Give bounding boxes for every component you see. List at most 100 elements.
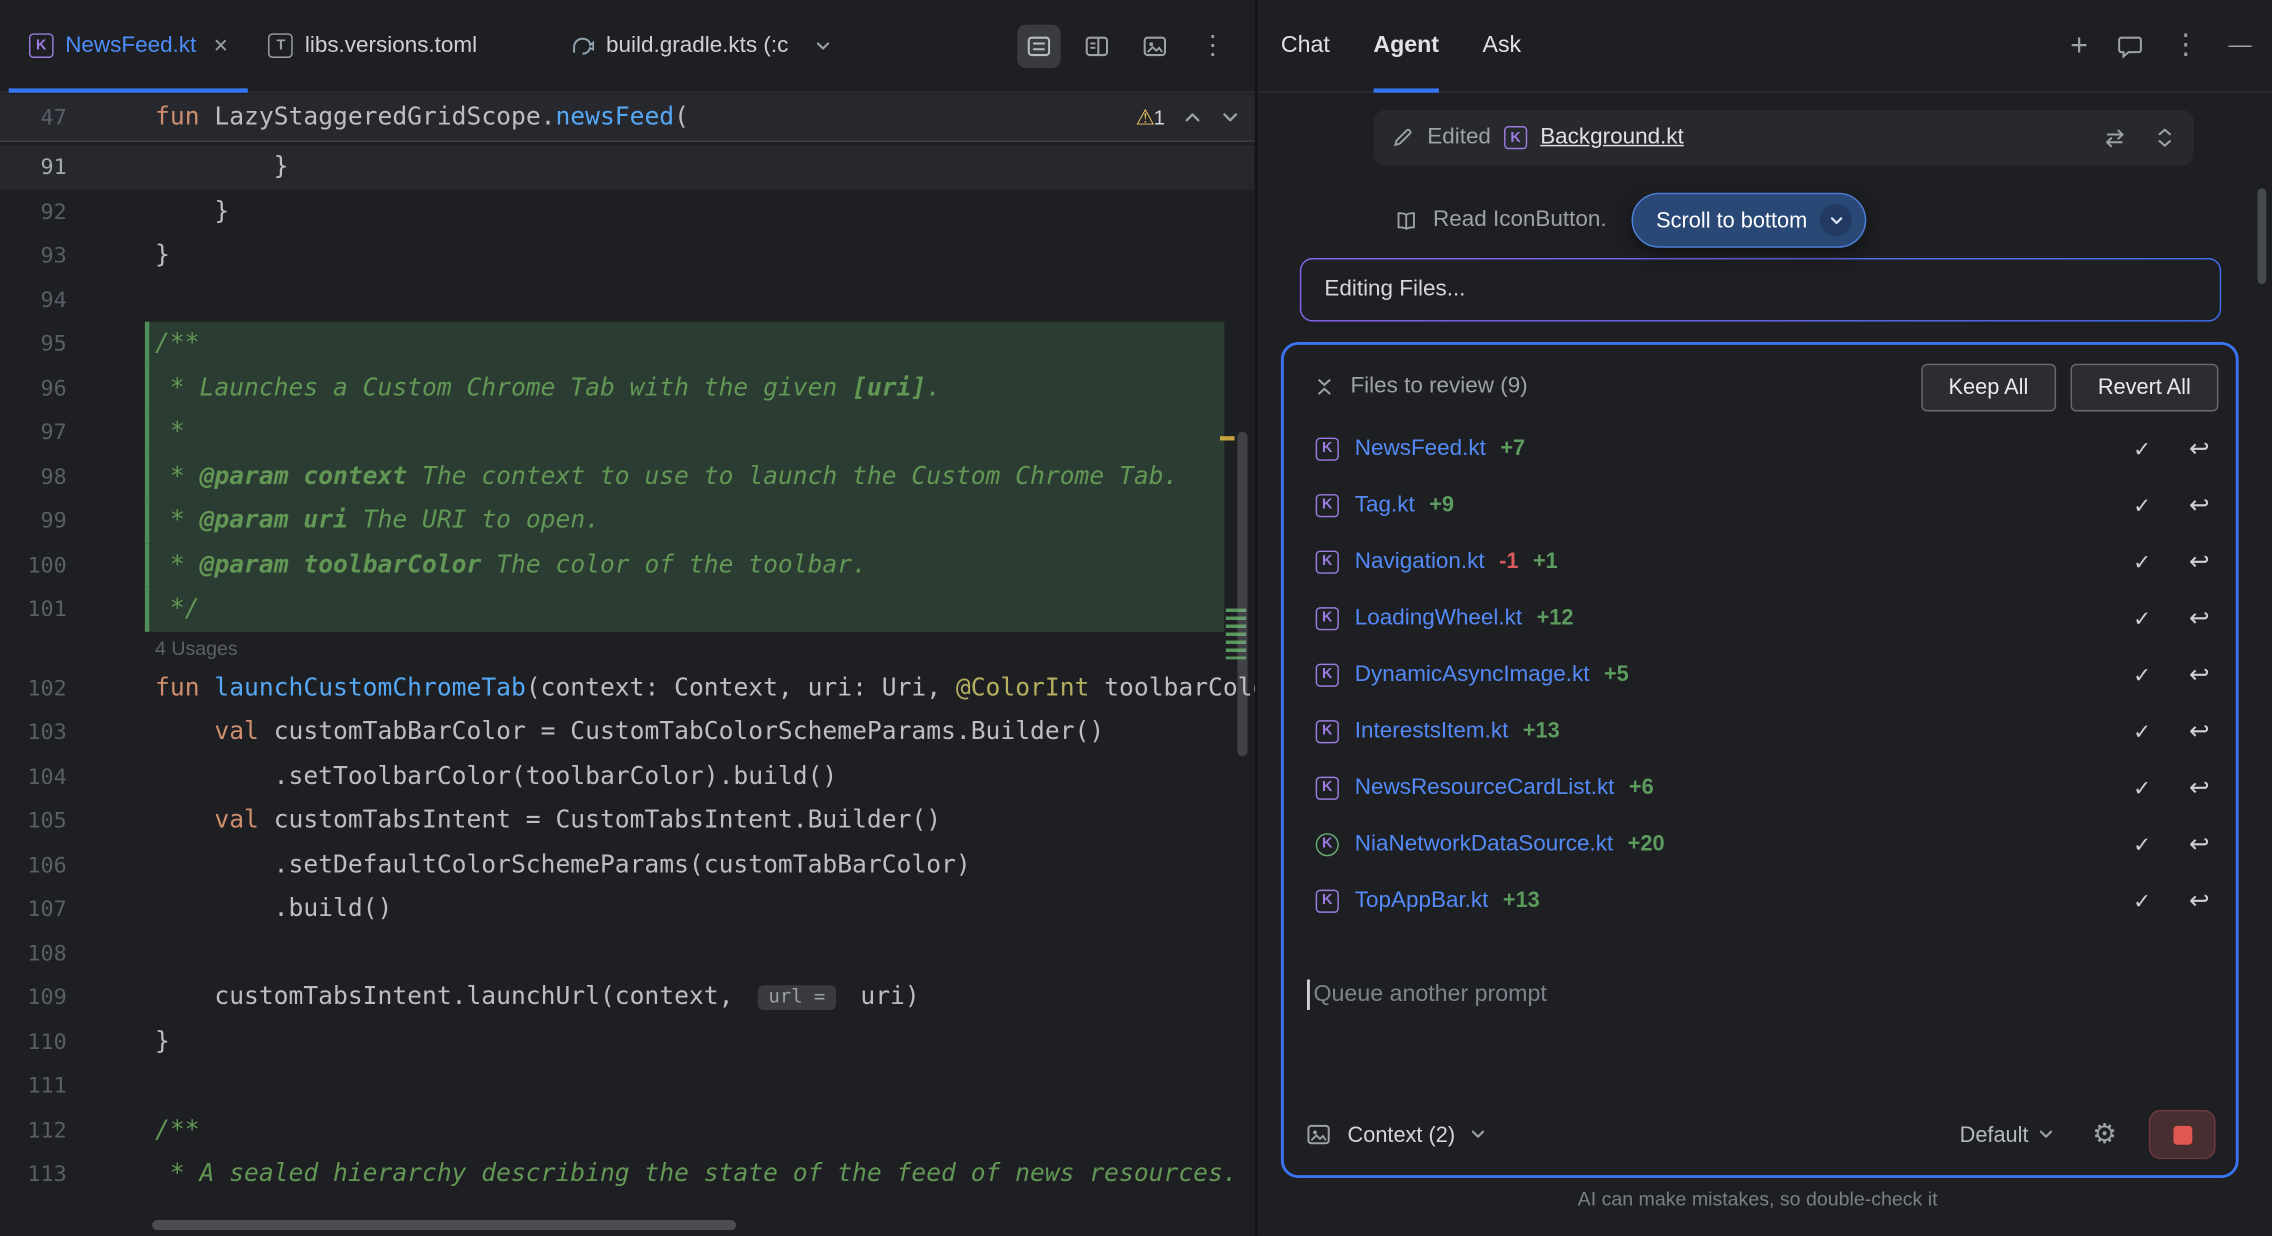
code-line-112[interactable]: 112/** bbox=[0, 1108, 1255, 1152]
line-number[interactable]: 112 bbox=[0, 1117, 67, 1143]
editor-more-options-button[interactable]: ⋮ bbox=[1191, 24, 1234, 67]
revert-all-button[interactable]: Revert All bbox=[2070, 363, 2218, 411]
conversations-icon[interactable] bbox=[2117, 33, 2143, 59]
scroll-to-bottom-button[interactable]: Scroll to bottom bbox=[1632, 193, 1867, 248]
keep-file-icon[interactable]: ✓ bbox=[2133, 718, 2151, 744]
code-line-108[interactable]: 108 bbox=[0, 931, 1255, 975]
line-number[interactable]: 98 bbox=[0, 463, 67, 489]
editor-horizontal-scrollbar[interactable] bbox=[152, 1220, 736, 1230]
code-line-98[interactable]: 98 * @param context The context to use t… bbox=[0, 454, 1255, 498]
line-number[interactable]: 95 bbox=[0, 331, 67, 357]
preview-image-button[interactable] bbox=[1133, 24, 1176, 67]
chat-more-options-icon[interactable]: ⋮ bbox=[2172, 32, 2200, 60]
code-line-103[interactable]: 103 val customTabBarColor = CustomTabCol… bbox=[0, 710, 1255, 754]
code-line-97[interactable]: 97 * bbox=[0, 410, 1255, 454]
editor-tab-libs-versions-toml[interactable]: Tlibs.versions.toml bbox=[248, 0, 497, 91]
file-link[interactable]: Navigation.kt bbox=[1355, 548, 1485, 574]
code-editor[interactable]: 91 }92 }93} 94 95/**96 * Launches a Custom… bbox=[0, 145, 1255, 1236]
code-line-102[interactable]: 102fun launchCustomChromeTab(context: Co… bbox=[0, 666, 1255, 710]
code-line-111[interactable]: 111 bbox=[0, 1064, 1255, 1108]
attach-image-icon[interactable] bbox=[1304, 1120, 1333, 1149]
chat-tab-agent[interactable]: Agent bbox=[1373, 0, 1439, 91]
file-link[interactable]: TopAppBar.kt bbox=[1355, 888, 1489, 914]
line-number[interactable]: 93 bbox=[0, 242, 67, 268]
code-line-92[interactable]: 92 } bbox=[0, 189, 1255, 233]
code-line-113[interactable]: 113 * A sealed hierarchy describing the … bbox=[0, 1152, 1255, 1196]
code-line-91[interactable]: 91 } bbox=[0, 145, 1255, 189]
warning-stripe-mark[interactable] bbox=[1220, 436, 1234, 440]
code-line-93[interactable]: 93} bbox=[0, 233, 1255, 277]
new-chat-icon[interactable]: + bbox=[2070, 30, 2088, 60]
revert-file-icon[interactable]: ↩ bbox=[2189, 493, 2210, 518]
keep-file-icon[interactable]: ✓ bbox=[2133, 435, 2151, 461]
expand-icon[interactable] bbox=[2153, 126, 2176, 149]
revert-file-icon[interactable]: ↩ bbox=[2189, 606, 2210, 631]
code-line-95[interactable]: 95/** bbox=[0, 322, 1255, 366]
line-number[interactable]: 107 bbox=[0, 896, 67, 922]
line-number[interactable]: 94 bbox=[0, 287, 67, 313]
code-line-99[interactable]: 99 * @param uri The URI to open. bbox=[0, 498, 1255, 542]
revert-file-icon[interactable]: ↩ bbox=[2189, 775, 2210, 800]
line-number[interactable]: 106 bbox=[0, 852, 67, 878]
keep-all-button[interactable]: Keep All bbox=[1921, 363, 2056, 411]
file-link[interactable]: DynamicAsyncImage.kt bbox=[1355, 661, 1590, 687]
code-line-107[interactable]: 107 .build() bbox=[0, 887, 1255, 931]
file-link[interactable]: LoadingWheel.kt bbox=[1355, 605, 1522, 631]
line-number[interactable]: 105 bbox=[0, 807, 67, 833]
editor-list-view-button[interactable] bbox=[1017, 24, 1060, 67]
keep-file-icon[interactable]: ✓ bbox=[2133, 831, 2151, 857]
line-number[interactable]: 111 bbox=[0, 1073, 67, 1099]
prev-problem-icon[interactable] bbox=[1182, 107, 1202, 127]
editor-tab-build-gradle-kts-c[interactable]: build.gradle.kts (:c bbox=[550, 0, 853, 91]
read-file-row[interactable]: Read IconButton. bbox=[1394, 207, 1607, 233]
code-line-109[interactable]: 109 customTabsIntent.launchUrl(context, … bbox=[0, 975, 1255, 1019]
keep-file-icon[interactable]: ✓ bbox=[2133, 492, 2151, 518]
code-line-106[interactable]: 106 .setDefaultColorSchemeParams(customT… bbox=[0, 843, 1255, 887]
chat-scrollbar[interactable] bbox=[2258, 188, 2267, 284]
code-line-104[interactable]: 104 .setToolbarColor(toolbarColor).build… bbox=[0, 754, 1255, 798]
keep-file-icon[interactable]: ✓ bbox=[2133, 605, 2151, 631]
keep-file-icon[interactable]: ✓ bbox=[2133, 888, 2151, 914]
edited-file-link[interactable]: Background.kt bbox=[1540, 125, 1684, 151]
diff-icon[interactable] bbox=[2102, 125, 2127, 150]
revert-file-icon[interactable]: ↩ bbox=[2189, 719, 2210, 744]
line-number[interactable]: 109 bbox=[0, 984, 67, 1010]
revert-file-icon[interactable]: ↩ bbox=[2189, 549, 2210, 574]
model-selector[interactable]: Default bbox=[1960, 1122, 2029, 1147]
line-number[interactable]: 96 bbox=[0, 375, 67, 401]
tab-overflow-chevron-icon[interactable] bbox=[814, 37, 831, 54]
line-number[interactable]: 110 bbox=[0, 1028, 67, 1054]
context-chevron-icon[interactable] bbox=[1470, 1126, 1487, 1143]
code-line-110[interactable]: 110} bbox=[0, 1019, 1255, 1063]
line-number[interactable]: 108 bbox=[0, 940, 67, 966]
line-number[interactable]: 103 bbox=[0, 719, 67, 745]
code-line-105[interactable]: 105 val customTabsIntent = CustomTabsInt… bbox=[0, 798, 1255, 842]
line-number[interactable]: 100 bbox=[0, 552, 67, 578]
editor-tab-newsfeed-kt[interactable]: KNewsFeed.kt× bbox=[9, 0, 249, 91]
code-line-100[interactable]: 100 * @param toolbarColor The color of t… bbox=[0, 543, 1255, 587]
usages-hint[interactable]: 4 Usages bbox=[0, 631, 1255, 666]
line-number[interactable]: 91 bbox=[0, 154, 67, 180]
file-link[interactable]: NiaNetworkDataSource.kt bbox=[1355, 831, 1613, 857]
file-link[interactable]: NewsFeed.kt bbox=[1355, 435, 1486, 461]
edited-file-row[interactable]: Edited K Background.kt bbox=[1374, 110, 2194, 165]
code-line-96[interactable]: 96 * Launches a Custom Chrome Tab with t… bbox=[0, 366, 1255, 410]
code-line-101[interactable]: 101 */ bbox=[0, 587, 1255, 631]
split-editor-button[interactable] bbox=[1075, 24, 1118, 67]
stop-button[interactable] bbox=[2149, 1110, 2216, 1159]
sticky-code-line[interactable]: 47 fun LazyStaggeredGridScope.newsFeed( … bbox=[0, 94, 1255, 142]
revert-file-icon[interactable]: ↩ bbox=[2189, 436, 2210, 461]
hide-panel-icon[interactable]: — bbox=[2229, 34, 2252, 57]
line-number[interactable]: 97 bbox=[0, 419, 67, 445]
file-link[interactable]: NewsResourceCardList.kt bbox=[1355, 774, 1615, 800]
file-link[interactable]: Tag.kt bbox=[1355, 492, 1415, 518]
close-tab-icon[interactable]: × bbox=[214, 33, 228, 58]
settings-gear-icon[interactable]: ⚙ bbox=[2092, 1118, 2117, 1151]
line-number[interactable]: 101 bbox=[0, 596, 67, 622]
chat-tab-chat[interactable]: Chat bbox=[1281, 0, 1330, 91]
line-number[interactable]: 102 bbox=[0, 675, 67, 701]
keep-file-icon[interactable]: ✓ bbox=[2133, 774, 2151, 800]
line-number[interactable]: 92 bbox=[0, 198, 67, 224]
keep-file-icon[interactable]: ✓ bbox=[2133, 661, 2151, 687]
revert-file-icon[interactable]: ↩ bbox=[2189, 888, 2210, 913]
